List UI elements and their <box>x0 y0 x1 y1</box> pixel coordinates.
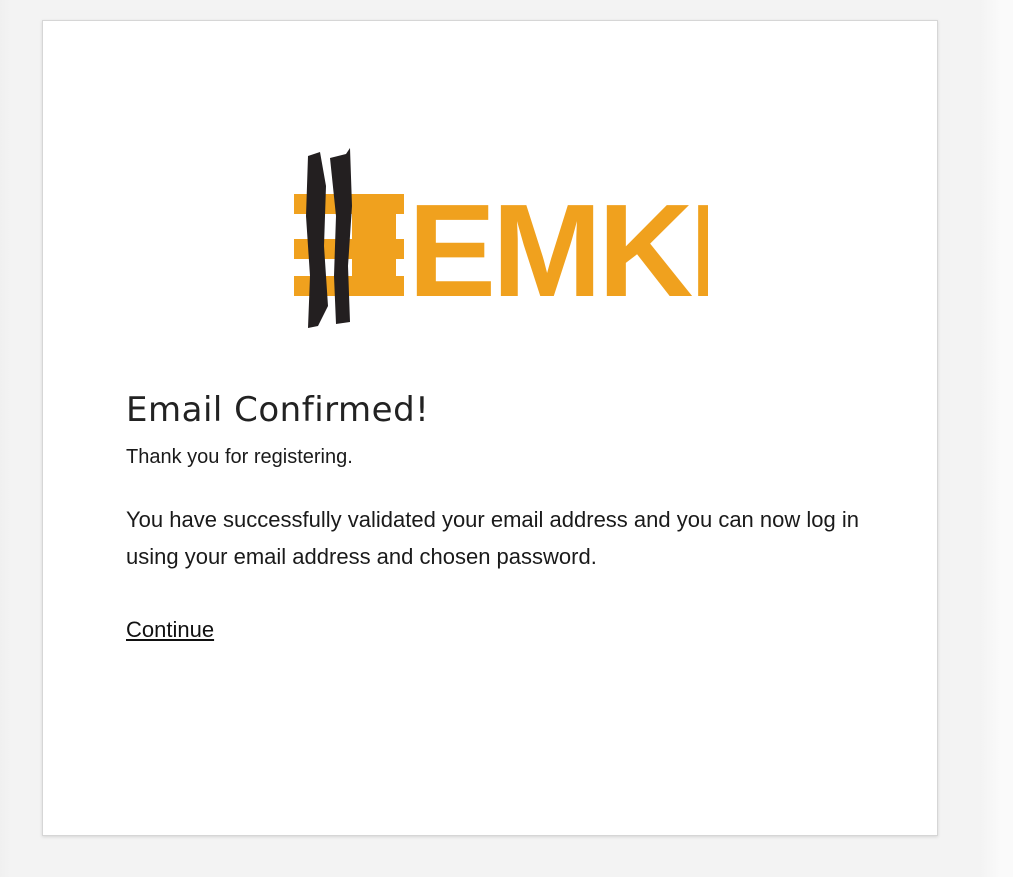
confirmation-card: EMKP Email Confirmed! Thank you for regi… <box>42 20 938 836</box>
emkp-logo: EMKP <box>288 126 708 336</box>
continue-link[interactable]: Continue <box>126 617 214 643</box>
confirmation-content: Email Confirmed! Thank you for registeri… <box>126 387 886 643</box>
thanks-text: Thank you for registering. <box>126 446 353 468</box>
logo-stem <box>352 194 396 296</box>
confirmation-message: You have successfully validated your ema… <box>126 507 859 569</box>
logo-stroke-right <box>330 148 352 324</box>
page-title: Email Confirmed! <box>126 390 430 430</box>
logo-graphic: EMKP <box>294 148 708 328</box>
logo-text: EMKP <box>408 177 708 324</box>
